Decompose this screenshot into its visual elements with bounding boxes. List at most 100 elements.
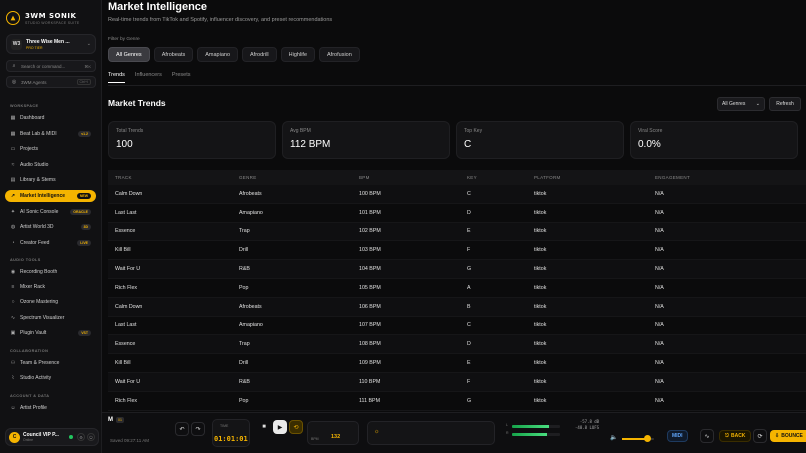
genre-select[interactable]: All Genres ⌄ xyxy=(717,97,765,111)
sidebar-item-label: Ozone Mastering xyxy=(20,299,59,306)
table-row[interactable]: Kill Bill Drill 103 BPM Ftiktok N/A xyxy=(108,241,806,261)
table-row[interactable]: Last Last Amapiano 107 BPM Ctiktok N/A xyxy=(108,317,806,336)
table-row[interactable]: Rich Flex Pop 111 BPM Gtiktok N/A xyxy=(108,392,806,411)
sidebar-item-audio-studio[interactable]: ≈ Audio Studio xyxy=(5,159,96,171)
pulse-icon[interactable]: ∿ xyxy=(700,429,714,443)
sidebar-item-mixer-rack[interactable]: ≡ Mixer Rack xyxy=(5,281,96,293)
column-header-key[interactable]: KEY xyxy=(467,175,534,180)
stop-button[interactable]: ■ xyxy=(257,420,271,434)
metronome-label[interactable]: M xyxy=(108,417,113,423)
sidebar-item-dashboard[interactable]: ▦ Dashboard xyxy=(5,112,96,124)
speaker-icon[interactable]: 🔈 xyxy=(610,434,617,441)
table-cell: N/A xyxy=(655,322,664,329)
sidebar-item-team-presence[interactable]: ⚇ Team & Presence xyxy=(5,357,96,369)
table-cell: tiktok xyxy=(534,378,547,385)
section-label-audio-tools: AUDIO TOOLS xyxy=(10,258,41,262)
tab-influencers[interactable]: Influencers xyxy=(135,72,162,83)
table-cell: N/A xyxy=(655,303,664,310)
stat-label: Avg BPM xyxy=(290,128,311,134)
play-button[interactable]: ▶ xyxy=(273,420,287,434)
midi-button[interactable]: MIDI xyxy=(667,430,688,442)
table-row[interactable]: Wait For U R&B 110 BPM Ftiktok N/A xyxy=(108,372,806,392)
table-cell: C xyxy=(467,190,471,197)
user-icon: ☺ xyxy=(10,405,16,411)
bpm-box[interactable] xyxy=(307,421,359,445)
sidebar-item-creator-feed[interactable]: ◔ Creator Feed LIVE xyxy=(5,237,96,249)
column-header-platform[interactable]: PLATFORM xyxy=(534,175,655,180)
user-card[interactable]: C Council VIP P... Online ⚙ ⏻ xyxy=(5,428,99,446)
sidebar-item-recording-booth[interactable]: ◉ Recording Booth xyxy=(5,266,96,278)
brand-subtitle: STUDIO WORKSPACE SUITE xyxy=(25,20,80,25)
table-row[interactable]: Essence Trap 108 BPM Dtiktok N/A xyxy=(108,335,806,355)
table-row[interactable]: Essence Trap 102 BPM Etiktok N/A xyxy=(108,222,806,242)
search-icon: ⌕ xyxy=(12,63,16,69)
table-row[interactable]: Rich Flex Pop 105 BPM Atiktok N/A xyxy=(108,279,806,298)
sidebar-search-input[interactable]: ⌕ Search or command... ⌘K xyxy=(6,60,96,72)
sidebar-item-label: AI Sonic Console xyxy=(20,208,59,215)
back-button[interactable]: ⎋ BACK xyxy=(719,430,752,442)
sidebar-item-studio-activity[interactable]: ⌇ Studio Activity xyxy=(5,372,96,384)
sidebar-item-beat-lab-midi[interactable]: ▦ Beat Lab & MIDI v1.2 xyxy=(5,128,96,140)
table-row[interactable]: Calm Down Afrobeats 106 BPM Btiktok N/A xyxy=(108,297,806,317)
workspace-tier: PRO TIER xyxy=(26,45,43,50)
box-icon: ▣ xyxy=(10,329,16,336)
table-row[interactable]: Wait For U R&B 104 BPM Gtiktok N/A xyxy=(108,260,806,279)
loop-button[interactable]: ⟲ xyxy=(289,420,303,434)
table-cell: C xyxy=(467,322,471,329)
main-content: Market Intelligence Real-time trends fro… xyxy=(102,0,806,412)
stat-label: Top Key xyxy=(464,128,483,134)
sidebar-item-artist-world-3d[interactable]: ◍ Artist World 3D 3D xyxy=(5,221,96,233)
save-status: Saved 09:27:11 AM xyxy=(110,438,149,443)
sidebar-item-market-intelligence[interactable]: ↗ Market Intelligence NEW xyxy=(5,190,96,202)
meter-left xyxy=(512,425,560,428)
undo-icon[interactable]: ↶ xyxy=(175,422,189,436)
meter-right xyxy=(512,433,560,436)
redo-icon[interactable]: ↷ xyxy=(191,422,205,436)
table-row[interactable]: Last Last Amapiano 101 BPM Dtiktok N/A xyxy=(108,204,806,223)
bounce-button[interactable]: ⇩ BOUNCE xyxy=(770,430,806,442)
genre-chip-amapiano[interactable]: Amapiano xyxy=(197,47,239,62)
sidebar-item-ai-sonic-console[interactable]: ✦ AI Sonic Console ORACLE xyxy=(5,206,96,218)
sidebar-item-library-stems[interactable]: ▤ Library & Stems xyxy=(5,174,96,186)
agents-button[interactable]: ◎ 3WM Agents Ctrl+I xyxy=(6,76,96,88)
logout-icon[interactable]: ⏻ xyxy=(87,433,95,441)
refresh-button[interactable]: Refresh xyxy=(769,97,801,111)
volume-slider[interactable] xyxy=(622,435,654,442)
rss-icon: ◔ xyxy=(11,239,15,246)
tab-presets[interactable]: Presets xyxy=(172,72,191,83)
loudness-readout: -57.8 dB -48.8 LUFS xyxy=(575,419,599,430)
genre-chip-all-genres[interactable]: All Genres xyxy=(108,47,150,62)
column-header-bpm[interactable]: BPM xyxy=(359,175,467,180)
volume-knob[interactable] xyxy=(644,435,652,442)
sidebar-item-spectrum-visualizer[interactable]: ∿ Spectrum Visualizer xyxy=(5,312,96,324)
table-cell: 100 BPM xyxy=(359,190,381,197)
sidebar-item-artist-profile[interactable]: ☺ Artist Profile xyxy=(5,402,96,414)
genre-chip-afrobeats[interactable]: Afrobeats xyxy=(153,47,194,62)
column-header-track[interactable]: TRACK xyxy=(108,175,239,180)
column-header-genre[interactable]: GENRE xyxy=(239,175,359,180)
trends-table: TRACK GENRE BPM KEY PLATFORM ENGAGEMENT Calm … xyxy=(108,170,806,411)
sidebar-item-projects[interactable]: ▭ Projects xyxy=(5,143,96,155)
genre-chip-highlife[interactable]: Highlife xyxy=(280,47,316,62)
stats-row: Total Trends 100 Avg BPM 112 BPM Top Key C Vir… xyxy=(108,121,798,159)
back-label: BACK xyxy=(730,433,746,439)
column-header-engagement[interactable]: ENGAGEMENT xyxy=(655,175,795,180)
sidebar-item-plugin-vault[interactable]: ▣ Plugin Vault VST xyxy=(5,327,96,339)
genre-chip-afrodrill[interactable]: Afrodrill xyxy=(242,47,277,62)
genre-chip-afrofusion[interactable]: Afrofusion xyxy=(319,47,360,62)
session-info-box xyxy=(367,421,495,445)
tab-trends[interactable]: Trends xyxy=(108,72,125,83)
table-row[interactable]: Calm Down Afrobeats 100 BPM Ctiktok N/A xyxy=(108,185,806,204)
table-row[interactable]: Kill Bill Drill 109 BPM Etiktok N/A xyxy=(108,354,806,373)
history-icon[interactable]: ⟳ xyxy=(753,429,767,443)
search-placeholder: Search or command... xyxy=(21,63,66,69)
workspace-switcher[interactable]: W3 Three Wise Men ... PRO TIER ⌄ xyxy=(6,34,96,54)
table-cell: Trap xyxy=(239,341,250,348)
sidebar-item-ozone-mastering[interactable]: ○ Ozone Mastering xyxy=(5,296,96,308)
table-cell: Last Last xyxy=(115,322,137,329)
sidebar-item-label: Plugin Vault xyxy=(20,329,47,336)
sidebar-item-label: Spectrum Visualizer xyxy=(20,314,65,321)
brand[interactable]: 3WM SONIK STUDIO WORKSPACE SUITE xyxy=(6,6,98,30)
settings-icon[interactable]: ⚙ xyxy=(77,433,85,441)
table-cell: 102 BPM xyxy=(359,228,381,235)
